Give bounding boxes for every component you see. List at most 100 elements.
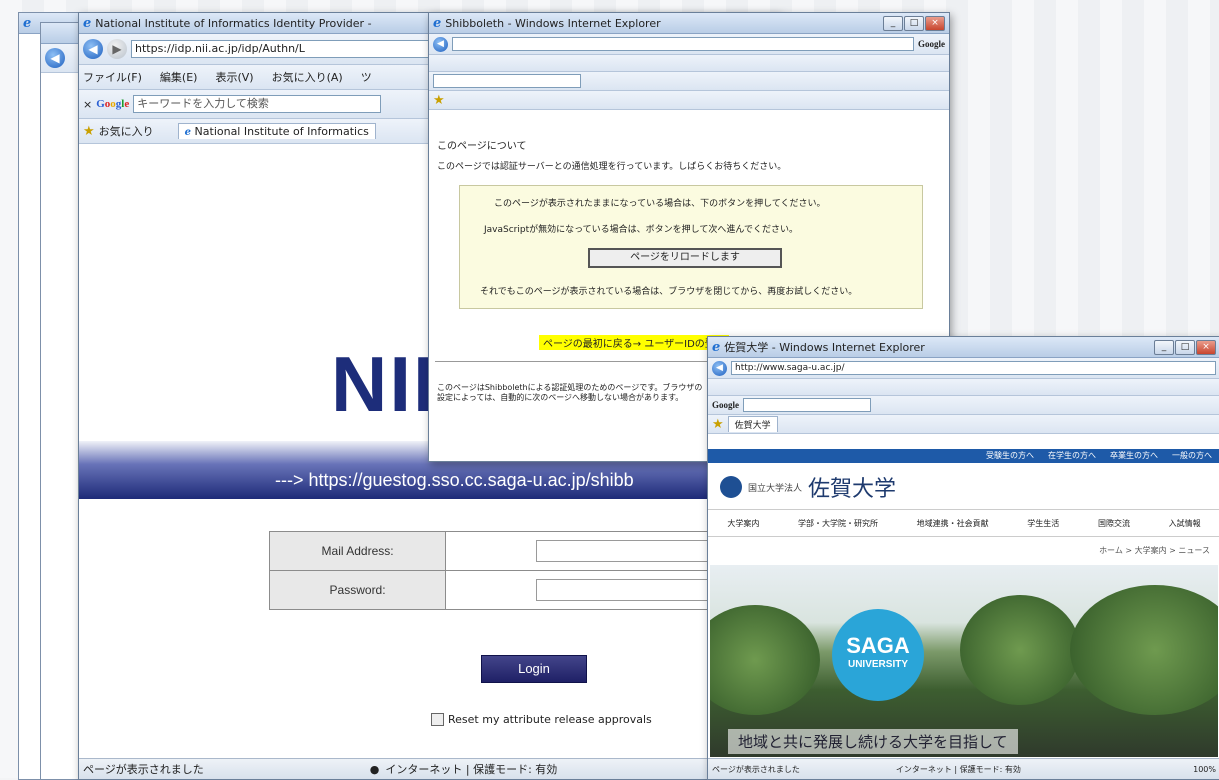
google-search-input[interactable] [743, 398, 871, 412]
notice-text: このページでは認証サーバーとの通信処理を行っています。しばらくお待ちください。 [437, 162, 787, 172]
notice-box-line2: JavaScriptが無効になっている場合は、ボタンを押して次へ進んでください。 [484, 225, 798, 235]
favorites-bar: ★ [429, 91, 949, 110]
top-nav-item[interactable]: 卒業生の方へ [1110, 449, 1158, 463]
globe-icon: ● [369, 762, 380, 776]
main-nav-item[interactable]: 大学案内 [727, 518, 759, 529]
notice-box-line3: それでもこのページが表示されている場合は、ブラウザを閉じてから、再度お試しくださ… [480, 287, 858, 297]
status-zone: インターネット | 保護モード: 有効 [895, 764, 1021, 774]
menu-bar [708, 379, 1219, 396]
main-nav-item[interactable]: 学部・大学院・研究所 [798, 518, 878, 529]
window-title: Shibboleth - Windows Internet Explorer [445, 16, 661, 30]
top-nav-item[interactable]: 在学生の方へ [1048, 449, 1096, 463]
window-controls: _ □ × [1154, 339, 1216, 355]
favorites-bar: ★ 佐賀大学 [708, 415, 1219, 434]
google-logo: Google [712, 400, 739, 410]
back-button[interactable]: ◀ [712, 360, 727, 376]
back-button[interactable]: ◀ [83, 39, 103, 59]
notice-footer: このページはShibbolethによる認証処理のためのページです。ブラウザの設定… [437, 383, 703, 402]
address-bar: ◀ http://www.saga-u.ac.jp/ [708, 358, 1219, 379]
google-toolbar: Google [708, 396, 1219, 415]
main-nav: 大学案内 学部・大学院・研究所 地域連携・社会貢献 学生生活 国際交流 入試情報 [708, 509, 1219, 537]
ie-icon: e [433, 15, 442, 31]
badge-bottom: UNIVERSITY [847, 659, 908, 670]
back-button[interactable]: ◀ [45, 48, 65, 68]
reset-approvals[interactable]: Reset my attribute release approvals [431, 713, 652, 726]
status-zone: インターネット | 保護モード: 有効 [385, 763, 558, 776]
menu-favorites[interactable]: お気に入り(A) [272, 69, 343, 85]
hero-caption: 地域と共に発展し続ける大学を目指して [728, 729, 1018, 754]
close-button[interactable]: × [1196, 339, 1216, 355]
back-button[interactable]: ◀ [433, 36, 448, 52]
status-bar: ページが表示されました インターネット | 保護モード: 有効 100% [708, 758, 1219, 779]
menu-tools[interactable]: ツ [361, 69, 372, 85]
continue-button[interactable]: ページをリロードします [588, 248, 782, 268]
top-nav-item[interactable]: 一般の方へ [1172, 449, 1212, 463]
menu-bar [429, 55, 949, 72]
window-title: National Institute of Informatics Identi… [95, 16, 372, 30]
top-nav: 受験生の方へ 在学生の方へ 卒業生の方へ 一般の方へ [708, 449, 1219, 463]
window-title: 佐賀大学 - Windows Internet Explorer [724, 341, 925, 354]
status-text: ページが表示されました [83, 763, 204, 776]
top-nav-item[interactable]: 受験生の方へ [986, 449, 1034, 463]
tree [960, 595, 1080, 705]
menu-edit[interactable]: 編集(E) [160, 69, 198, 85]
saga-badge: SAGA UNIVERSITY [832, 609, 924, 701]
ie-icon: e [23, 15, 32, 31]
star-icon: ★ [433, 92, 445, 108]
address-bar: ◀ Google [429, 34, 949, 55]
redirect-url-text: ---> https://guestog.sso.cc.saga-u.ac.jp… [275, 470, 634, 490]
hero-photo: SAGA UNIVERSITY 地域と共に発展し続ける大学を目指して [710, 565, 1218, 757]
star-icon: ★ [83, 123, 95, 139]
url-field[interactable]: http://www.saga-u.ac.jp/ [731, 361, 1216, 375]
notice-box-line1: このページが表示されたままになっている場合は、下のボタンを押してください。 [494, 199, 826, 209]
star-icon: ★ [712, 416, 724, 432]
main-nav-item[interactable]: 地域連携・社会貢献 [917, 518, 989, 529]
status-bar: ページが表示されました ● インターネット | 保護モード: 有効 [79, 758, 779, 779]
notice-box: このページが表示されたままになっている場合は、下のボタンを押してください。 Ja… [459, 185, 923, 309]
minimize-button[interactable]: _ [1154, 339, 1174, 355]
login-button[interactable]: Login [481, 655, 587, 683]
login-form: Mail Address: Password: [268, 531, 779, 610]
titlebar: e 佐賀大学 - Windows Internet Explorer _ □ × [708, 337, 1219, 358]
tab-saga[interactable]: 佐賀大学 [727, 416, 778, 432]
badge-top: SAGA [846, 633, 910, 658]
forward-button[interactable]: ▶ [107, 39, 127, 59]
mail-label: Mail Address: [268, 531, 447, 571]
main-nav-item[interactable]: 学生生活 [1027, 518, 1059, 529]
minimize-button[interactable]: _ [883, 15, 903, 31]
ie-icon: e [712, 339, 721, 355]
emblem-icon [720, 476, 742, 498]
tree [1070, 585, 1218, 715]
ie-icon: e [83, 15, 92, 31]
checkbox[interactable] [431, 713, 444, 726]
zoom-level[interactable]: 100% [1193, 765, 1216, 774]
password-label: Password: [268, 570, 447, 610]
notice-heading: このページについて [437, 141, 527, 152]
maximize-button[interactable]: □ [1175, 339, 1195, 355]
main-nav-item[interactable]: 国際交流 [1098, 518, 1130, 529]
menu-file[interactable]: ファイル(F) [83, 69, 142, 85]
univ-prefix: 国立大学法人 [748, 483, 803, 494]
saga-logo[interactable]: 国立大学法人 佐賀大学 [720, 471, 896, 503]
menu-view[interactable]: 表示(V) [215, 69, 253, 85]
google-search-input[interactable]: キーワードを入力して検索 [133, 95, 382, 113]
highlight-link[interactable]: ページの最初に戻る→ ユーザーIDの登録 [539, 335, 729, 350]
google-search-input[interactable] [433, 74, 581, 88]
url-field[interactable] [452, 37, 914, 51]
saga-university-window[interactable]: e 佐賀大学 - Windows Internet Explorer _ □ ×… [707, 336, 1219, 780]
google-search-label: Google [918, 39, 945, 49]
univ-name: 佐賀大学 [808, 477, 897, 502]
favorites-button[interactable]: お気に入り [99, 123, 154, 139]
close-button[interactable]: × [925, 15, 945, 31]
tab-nii[interactable]: e National Institute of Informatics [177, 123, 376, 139]
close-icon[interactable]: × [83, 98, 92, 111]
maximize-button[interactable]: □ [904, 15, 924, 31]
tree [710, 605, 820, 715]
tab-label: National Institute of Informatics [194, 125, 369, 138]
titlebar: e Shibboleth - Windows Internet Explorer… [429, 13, 949, 34]
ie-icon: e [184, 127, 192, 138]
nii-logo: NII [331, 340, 437, 428]
main-nav-item[interactable]: 入試情報 [1169, 518, 1201, 529]
window-controls: _ □ × [883, 15, 945, 31]
checkbox-label: Reset my attribute release approvals [448, 713, 652, 726]
